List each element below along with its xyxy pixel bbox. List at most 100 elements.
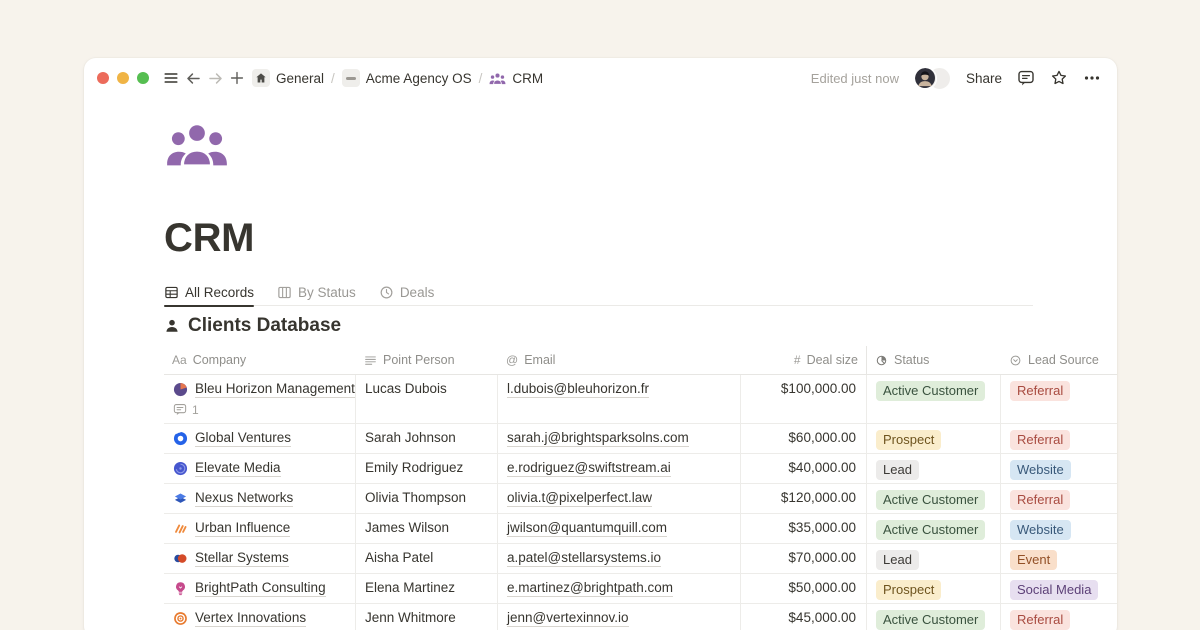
status-cell[interactable]: Active Customer [866, 375, 1001, 423]
minimize-window-button[interactable] [117, 72, 129, 84]
point-person-cell[interactable]: Aisha Patel [356, 544, 498, 573]
text-format-icon: Aa [172, 353, 187, 367]
status-cell[interactable]: Prospect [866, 424, 1001, 453]
lead-source-cell[interactable]: Referral [1001, 604, 1117, 630]
breadcrumb-general[interactable]: General [252, 69, 324, 87]
deal-size-cell[interactable]: $120,000.00 [741, 484, 866, 513]
company-name[interactable]: Stellar Systems [195, 550, 289, 567]
point-person-cell[interactable]: Sarah Johnson [356, 424, 498, 453]
deal-size-cell[interactable]: $50,000.00 [741, 574, 866, 603]
company-cell[interactable]: Elevate Media [164, 454, 356, 483]
deal-size-cell[interactable]: $35,000.00 [741, 514, 866, 543]
status-cell[interactable]: Active Customer [866, 514, 1001, 543]
column-label: Deal size [807, 353, 858, 367]
column-header-status[interactable]: Status [866, 346, 1001, 374]
email-cell[interactable]: jenn@vertexinnov.io [498, 604, 741, 630]
maximize-window-button[interactable] [137, 72, 149, 84]
comments-icon[interactable] [1017, 69, 1035, 87]
column-label: Status [894, 353, 929, 367]
company-cell[interactable]: BrightPath Consulting [164, 574, 356, 603]
company-name[interactable]: Vertex Innovations [195, 610, 306, 627]
email-cell[interactable]: e.rodriguez@swiftstream.ai [498, 454, 741, 483]
lead-source-badge: Referral [1010, 490, 1070, 510]
point-person-cell[interactable]: James Wilson [356, 514, 498, 543]
email-cell[interactable]: e.martinez@brightpath.com [498, 574, 741, 603]
forward-icon[interactable] [204, 66, 226, 90]
new-page-icon[interactable] [226, 66, 248, 90]
tab-label: All Records [185, 285, 254, 300]
lead-source-badge: Referral [1010, 381, 1070, 401]
database-title: Clients Database [188, 315, 341, 337]
point-person-cell[interactable]: Emily Rodriguez [356, 454, 498, 483]
breadcrumb-crm[interactable]: CRM [489, 71, 543, 86]
email-cell[interactable]: a.patel@stellarsystems.io [498, 544, 741, 573]
point-person-cell[interactable]: Elena Martinez [356, 574, 498, 603]
company-name[interactable]: Global Ventures [195, 430, 291, 447]
at-icon: @ [506, 353, 518, 367]
email-cell[interactable]: l.dubois@bleuhorizon.fr [498, 375, 741, 423]
back-icon[interactable] [182, 66, 204, 90]
status-cell[interactable]: Active Customer [866, 604, 1001, 630]
view-tabs: All Records By Status Deals [164, 279, 1033, 306]
column-header-company[interactable]: Aa Company [164, 346, 356, 374]
comment-count[interactable]: 1 [173, 403, 346, 417]
close-window-button[interactable] [97, 72, 109, 84]
company-cell[interactable]: Urban Influence [164, 514, 356, 543]
star-icon[interactable] [1050, 69, 1068, 87]
lead-source-cell[interactable]: Website [1001, 454, 1117, 483]
column-header-deal-size[interactable]: # Deal size [741, 346, 866, 374]
point-person-cell[interactable]: Olivia Thompson [356, 484, 498, 513]
more-options-icon[interactable] [1083, 69, 1101, 87]
global-ventures-logo [173, 431, 188, 446]
company-name[interactable]: BrightPath Consulting [195, 580, 326, 597]
point-person-cell[interactable]: Jenn Whitmore [356, 604, 498, 630]
breadcrumb-acme-agency-os[interactable]: Acme Agency OS [342, 69, 472, 87]
table-header-row: Aa Company Point Person @ Email # Deal s… [164, 346, 1117, 375]
column-header-lead-source[interactable]: Lead Source [1001, 346, 1117, 374]
company-name[interactable]: Elevate Media [195, 460, 281, 477]
deal-size-cell[interactable]: $40,000.00 [741, 454, 866, 483]
lead-source-cell[interactable]: Referral [1001, 375, 1117, 423]
lead-source-cell[interactable]: Event [1001, 544, 1117, 573]
vertex-logo [173, 611, 188, 626]
company-cell[interactable]: Stellar Systems [164, 544, 356, 573]
deal-size-cell[interactable]: $45,000.00 [741, 604, 866, 630]
tab-deals[interactable]: Deals [379, 279, 435, 306]
status-cell[interactable]: Lead [866, 544, 1001, 573]
email-cell[interactable]: sarah.j@brightsparksolns.com [498, 424, 741, 453]
email-cell[interactable]: jwilson@quantumquill.com [498, 514, 741, 543]
lead-source-cell[interactable]: Referral [1001, 484, 1117, 513]
avatar [914, 67, 937, 90]
deal-size-cell[interactable]: $60,000.00 [741, 424, 866, 453]
company-cell[interactable]: Nexus Networks [164, 484, 356, 513]
lead-source-cell[interactable]: Social Media [1001, 574, 1117, 603]
company-name[interactable]: Bleu Horizon Management [195, 381, 355, 398]
column-header-email[interactable]: @ Email [498, 346, 741, 374]
point-person-cell[interactable]: Lucas Dubois [356, 375, 498, 423]
sidebar-menu-icon[interactable] [160, 66, 182, 90]
page-icon-people-group[interactable] [164, 120, 232, 168]
share-button[interactable]: Share [966, 71, 1002, 86]
status-cell[interactable]: Lead [866, 454, 1001, 483]
company-cell[interactable]: Bleu Horizon Management 1 [164, 375, 356, 423]
email-cell[interactable]: olivia.t@pixelperfect.law [498, 484, 741, 513]
column-label: Company [193, 353, 247, 367]
table-row: Elevate Media Emily Rodrigueze.rodriguez@… [164, 454, 1117, 484]
window-controls [97, 72, 149, 84]
table-row: Urban Influence James Wilsonjwilson@quant… [164, 514, 1117, 544]
company-cell[interactable]: Global Ventures [164, 424, 356, 453]
tab-all-records[interactable]: All Records [164, 279, 254, 306]
status-cell[interactable]: Prospect [866, 574, 1001, 603]
deal-size-cell[interactable]: $70,000.00 [741, 544, 866, 573]
deal-size-cell[interactable]: $100,000.00 [741, 375, 866, 423]
lead-source-cell[interactable]: Referral [1001, 424, 1117, 453]
company-name[interactable]: Urban Influence [195, 520, 290, 537]
edited-status: Edited just now [811, 71, 899, 86]
column-header-point-person[interactable]: Point Person [356, 346, 498, 374]
lead-source-cell[interactable]: Website [1001, 514, 1117, 543]
lead-source-badge: Event [1010, 550, 1057, 570]
status-cell[interactable]: Active Customer [866, 484, 1001, 513]
tab-by-status[interactable]: By Status [277, 279, 356, 306]
company-cell[interactable]: Vertex Innovations [164, 604, 356, 630]
company-name[interactable]: Nexus Networks [195, 490, 293, 507]
